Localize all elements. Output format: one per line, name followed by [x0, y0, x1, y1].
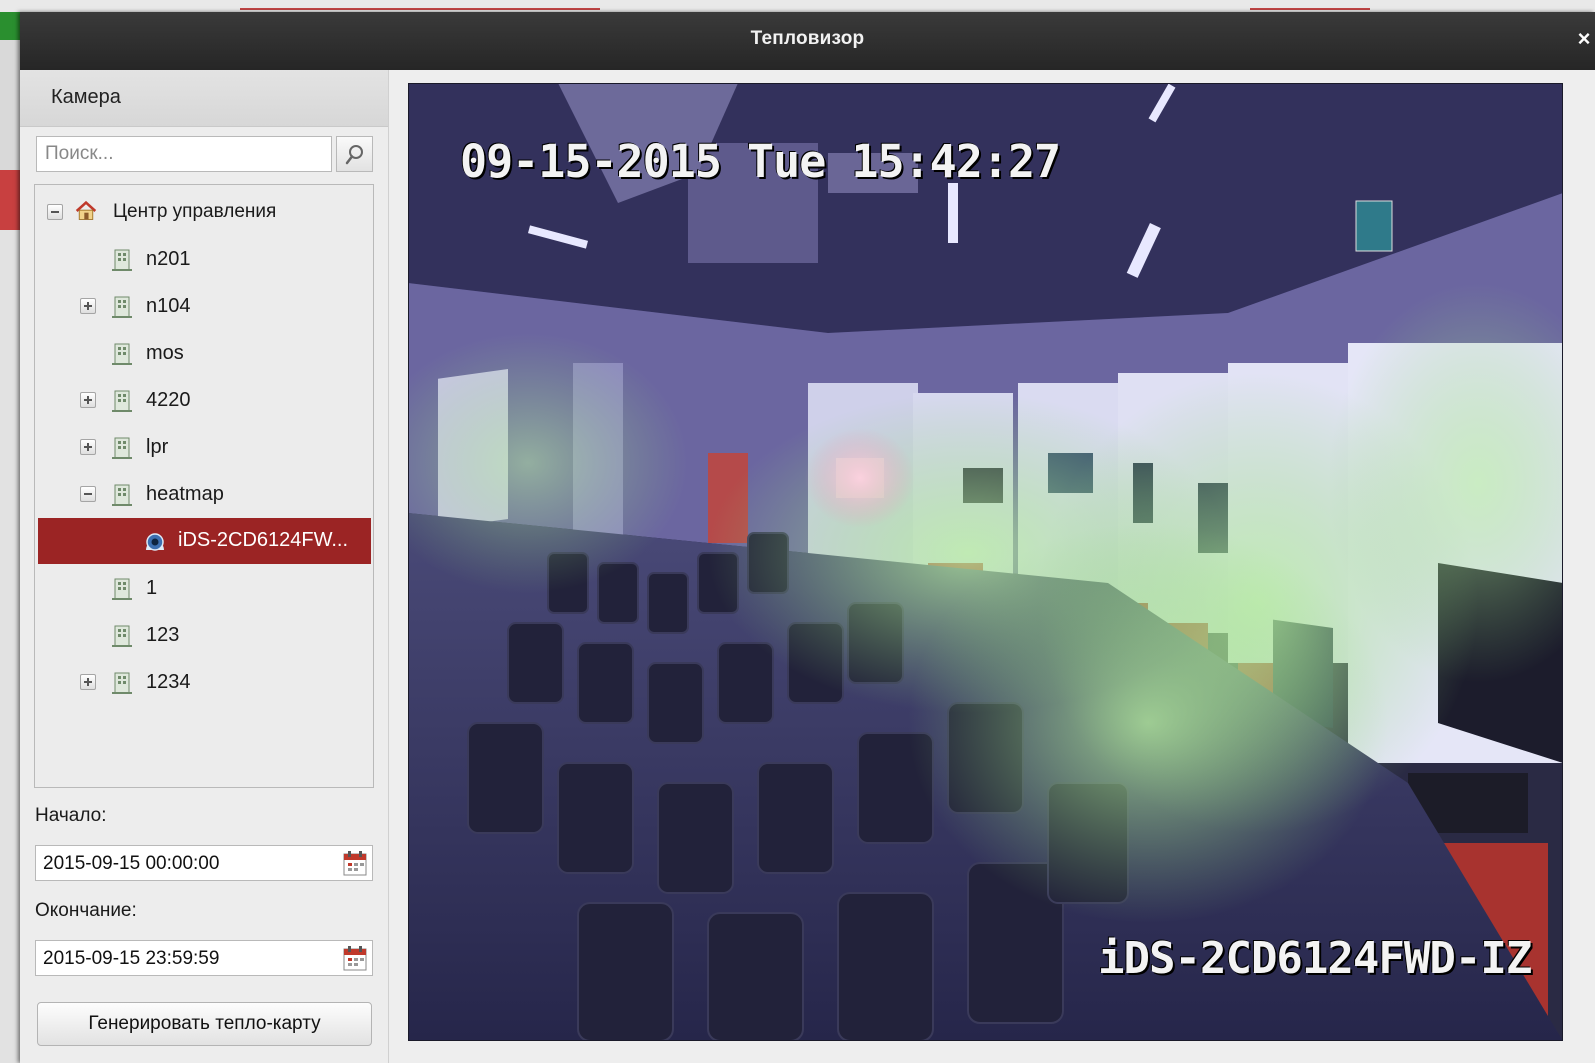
camera-panel-title: Камера	[51, 86, 121, 108]
expand-icon[interactable]	[80, 439, 96, 455]
calendar-icon[interactable]	[342, 850, 368, 877]
search-icon	[345, 145, 363, 165]
heatmap-dialog: Тепловизор × Камера Центр управления	[20, 12, 1595, 1063]
camera-icon	[146, 533, 164, 551]
tree-item-label: heatmap	[146, 483, 224, 505]
device-group-icon	[112, 672, 132, 694]
expand-icon[interactable]	[80, 298, 96, 314]
search-input[interactable]	[36, 136, 332, 172]
tree-item-mos[interactable]: mos	[35, 336, 373, 372]
device-group-icon	[112, 296, 132, 318]
device-group-icon	[112, 343, 132, 365]
calendar-icon[interactable]	[342, 945, 368, 972]
tree-item-label: iDS-2CD6124FW...	[178, 529, 349, 551]
search-button[interactable]	[336, 136, 373, 172]
camera-panel: Камера Центр управления	[20, 70, 389, 1063]
tree-item-1234[interactable]: 1234	[35, 665, 373, 701]
device-tree[interactable]: Центр управления n201 n104 mos 4220 lpr …	[34, 184, 374, 788]
device-group-icon	[112, 578, 132, 600]
dialog-titlebar[interactable]: Тепловизор ×	[20, 12, 1595, 70]
device-group-icon	[112, 484, 132, 506]
tree-root[interactable]: Центр управления	[35, 195, 373, 231]
tree-item-lpr[interactable]: lpr	[35, 430, 373, 466]
tree-item-label: 4220	[146, 389, 191, 411]
heatmap-scene-image	[408, 83, 1563, 1041]
tree-item-label: n104	[146, 295, 191, 317]
start-time-field[interactable]: 2015-09-15 00:00:00	[35, 845, 373, 881]
start-time-value: 2015-09-15 00:00:00	[43, 853, 220, 874]
dialog-title: Тепловизор	[750, 28, 865, 49]
tree-item-label: mos	[146, 342, 184, 364]
osd-timestamp: 09-15-2015 Tue 15:42:27	[460, 135, 1061, 188]
collapse-icon[interactable]	[47, 204, 63, 220]
tree-item-label: lpr	[146, 436, 169, 458]
tree-root-label: Центр управления	[113, 201, 277, 222]
background-app-top	[0, 0, 1595, 12]
tree-item-camera-selected[interactable]: iDS-2CD6124FW...	[38, 518, 371, 564]
tree-item-n201[interactable]: n201	[35, 242, 373, 278]
tree-item-heatmap[interactable]: heatmap	[35, 477, 373, 513]
tree-item-label: 1	[146, 577, 158, 599]
tree-item-123[interactable]: 123	[35, 618, 373, 654]
heatmap-video-view[interactable]: 09-15-2015 Tue 15:42:27 iDS-2CD6124FWD-I…	[408, 83, 1563, 1041]
device-group-icon	[112, 437, 132, 459]
close-button[interactable]: ×	[1573, 26, 1595, 52]
device-group-icon	[112, 249, 132, 271]
tree-item-label: n201	[146, 248, 191, 270]
expand-icon[interactable]	[80, 674, 96, 690]
end-time-field[interactable]: 2015-09-15 23:59:59	[35, 940, 373, 976]
tree-item-label: 123	[146, 624, 180, 646]
device-group-icon	[112, 390, 132, 412]
background-app-strip	[0, 0, 22, 1063]
start-label: Начало:	[35, 805, 107, 826]
device-group-icon	[112, 625, 132, 647]
collapse-icon[interactable]	[80, 486, 96, 502]
end-label: Окончание:	[35, 900, 137, 921]
end-time-value: 2015-09-15 23:59:59	[43, 948, 220, 969]
tree-item-label: 1234	[146, 671, 191, 693]
tree-item-4220[interactable]: 4220	[35, 383, 373, 419]
tree-item-1[interactable]: 1	[35, 571, 373, 607]
generate-heatmap-button[interactable]: Генерировать тепло-карту	[37, 1002, 372, 1046]
home-icon	[75, 200, 97, 220]
osd-camera-name: iDS-2CD6124FWD-IZ	[1098, 933, 1532, 984]
expand-icon[interactable]	[80, 392, 96, 408]
camera-panel-header: Камера	[20, 70, 388, 127]
tree-item-n104[interactable]: n104	[35, 289, 373, 325]
